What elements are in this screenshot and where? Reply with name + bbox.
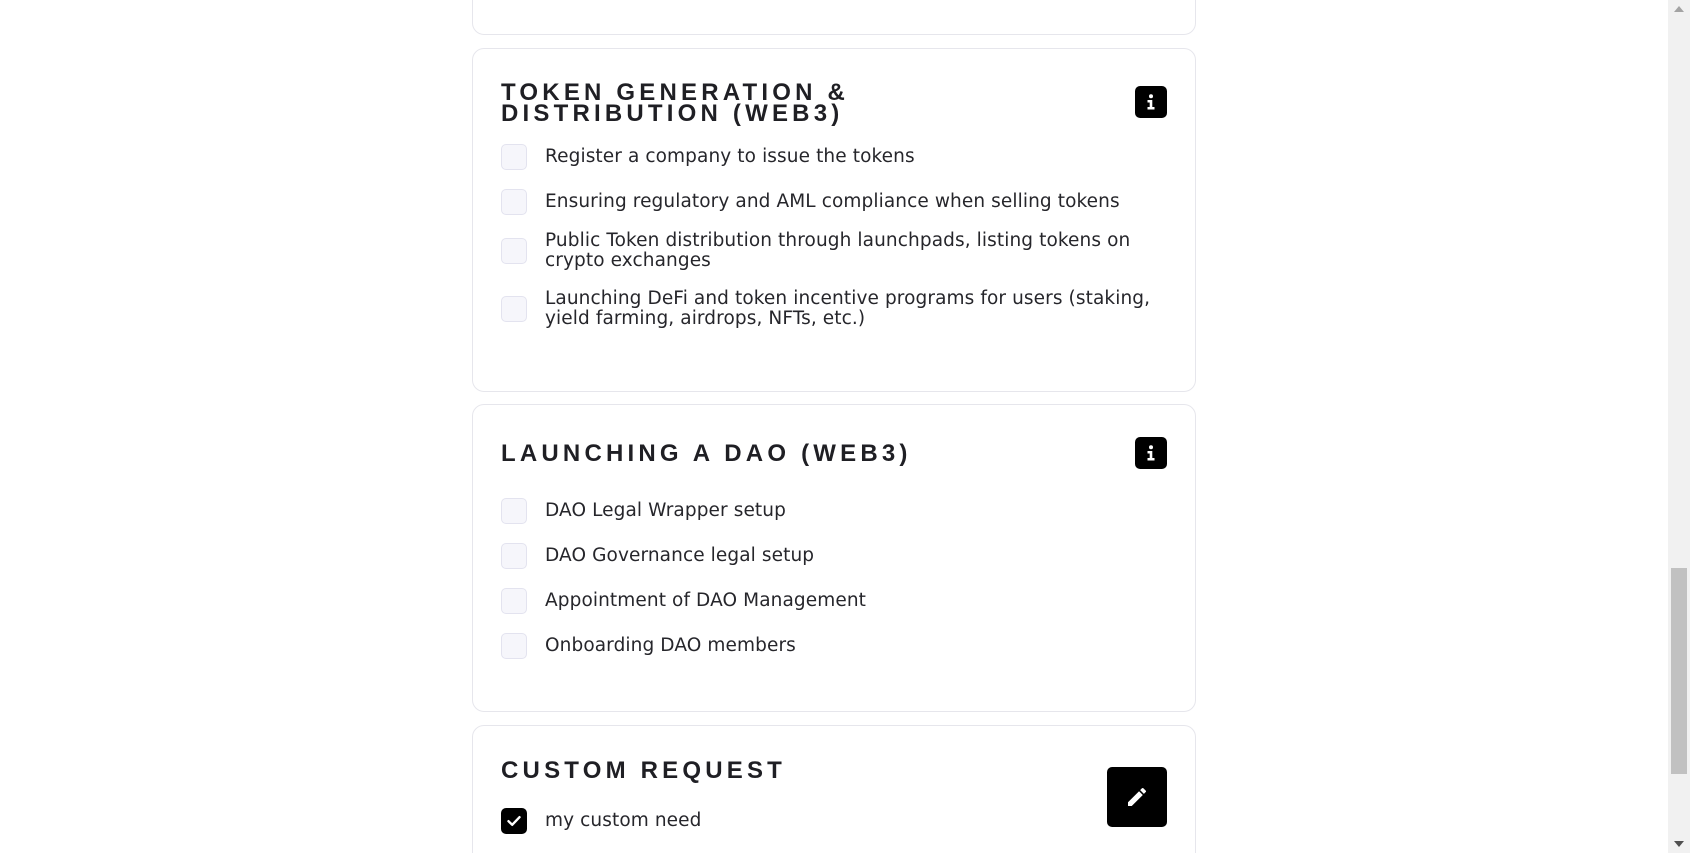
token-item-label: Register a company to issue the tokens — [545, 146, 915, 167]
custom-item[interactable]: my custom need — [501, 808, 1167, 834]
info-icon — [1147, 445, 1155, 461]
custom-item-label: my custom need — [545, 810, 702, 831]
checkbox[interactable] — [501, 633, 527, 659]
checkbox[interactable] — [501, 296, 527, 322]
scroll-down-arrow-icon[interactable] — [1674, 841, 1684, 847]
dao-item[interactable]: DAO Legal Wrapper setup — [501, 498, 1167, 524]
scrollbar[interactable] — [1668, 0, 1690, 853]
scroll-thumb[interactable] — [1671, 568, 1687, 774]
token-generation-title: TOKEN GENERATION & DISTRIBUTION (WEB3) — [501, 79, 850, 127]
dao-item[interactable]: Appointment of DAO Management — [501, 588, 1167, 614]
token-item[interactable]: Ensuring regulatory and AML compliance w… — [501, 189, 1167, 215]
dao-item-label: Onboarding DAO members — [545, 635, 796, 656]
token-item-label: Public Token distribution through launch… — [545, 230, 1131, 271]
info-icon — [1147, 94, 1155, 110]
previous-section-card — [472, 0, 1196, 35]
checkbox[interactable] — [501, 238, 527, 264]
dao-item[interactable]: Onboarding DAO members — [501, 633, 1167, 659]
checkbox[interactable] — [501, 543, 527, 569]
checkbox[interactable] — [501, 144, 527, 170]
dao-item-label: DAO Legal Wrapper setup — [545, 500, 786, 521]
dao-item[interactable]: DAO Governance legal setup — [501, 543, 1167, 569]
scroll-up-arrow-icon[interactable] — [1674, 6, 1684, 12]
dao-info-button[interactable] — [1135, 437, 1167, 469]
token-item[interactable]: Public Token distribution through launch… — [501, 231, 1167, 271]
token-item-label: Ensuring regulatory and AML compliance w… — [545, 191, 1120, 212]
checkbox-checked[interactable] — [501, 808, 527, 834]
token-item[interactable]: Launching DeFi and token incentive progr… — [501, 289, 1167, 329]
checkbox[interactable] — [501, 189, 527, 215]
page: TOKEN GENERATION & DISTRIBUTION (WEB3) R… — [0, 0, 1690, 853]
token-item[interactable]: Register a company to issue the tokens — [501, 144, 1167, 170]
token-item-label: Launching DeFi and token incentive progr… — [545, 288, 1151, 329]
checkbox[interactable] — [501, 588, 527, 614]
token-generation-card: TOKEN GENERATION & DISTRIBUTION (WEB3) R… — [472, 48, 1196, 392]
checkmark-icon — [507, 816, 521, 826]
pencil-icon — [1128, 787, 1147, 806]
dao-item-label: DAO Governance legal setup — [545, 545, 815, 566]
token-info-button[interactable] — [1135, 86, 1167, 118]
custom-request-card: CUSTOM REQUEST my custom need — [472, 725, 1196, 853]
dao-card: LAUNCHING A DAO (WEB3) DAO Legal Wrapper… — [472, 404, 1196, 712]
dao-item-label: Appointment of DAO Management — [545, 590, 867, 611]
checkbox[interactable] — [501, 498, 527, 524]
dao-title: LAUNCHING A DAO (WEB3) — [501, 440, 912, 467]
custom-request-title: CUSTOM REQUEST — [501, 757, 787, 784]
